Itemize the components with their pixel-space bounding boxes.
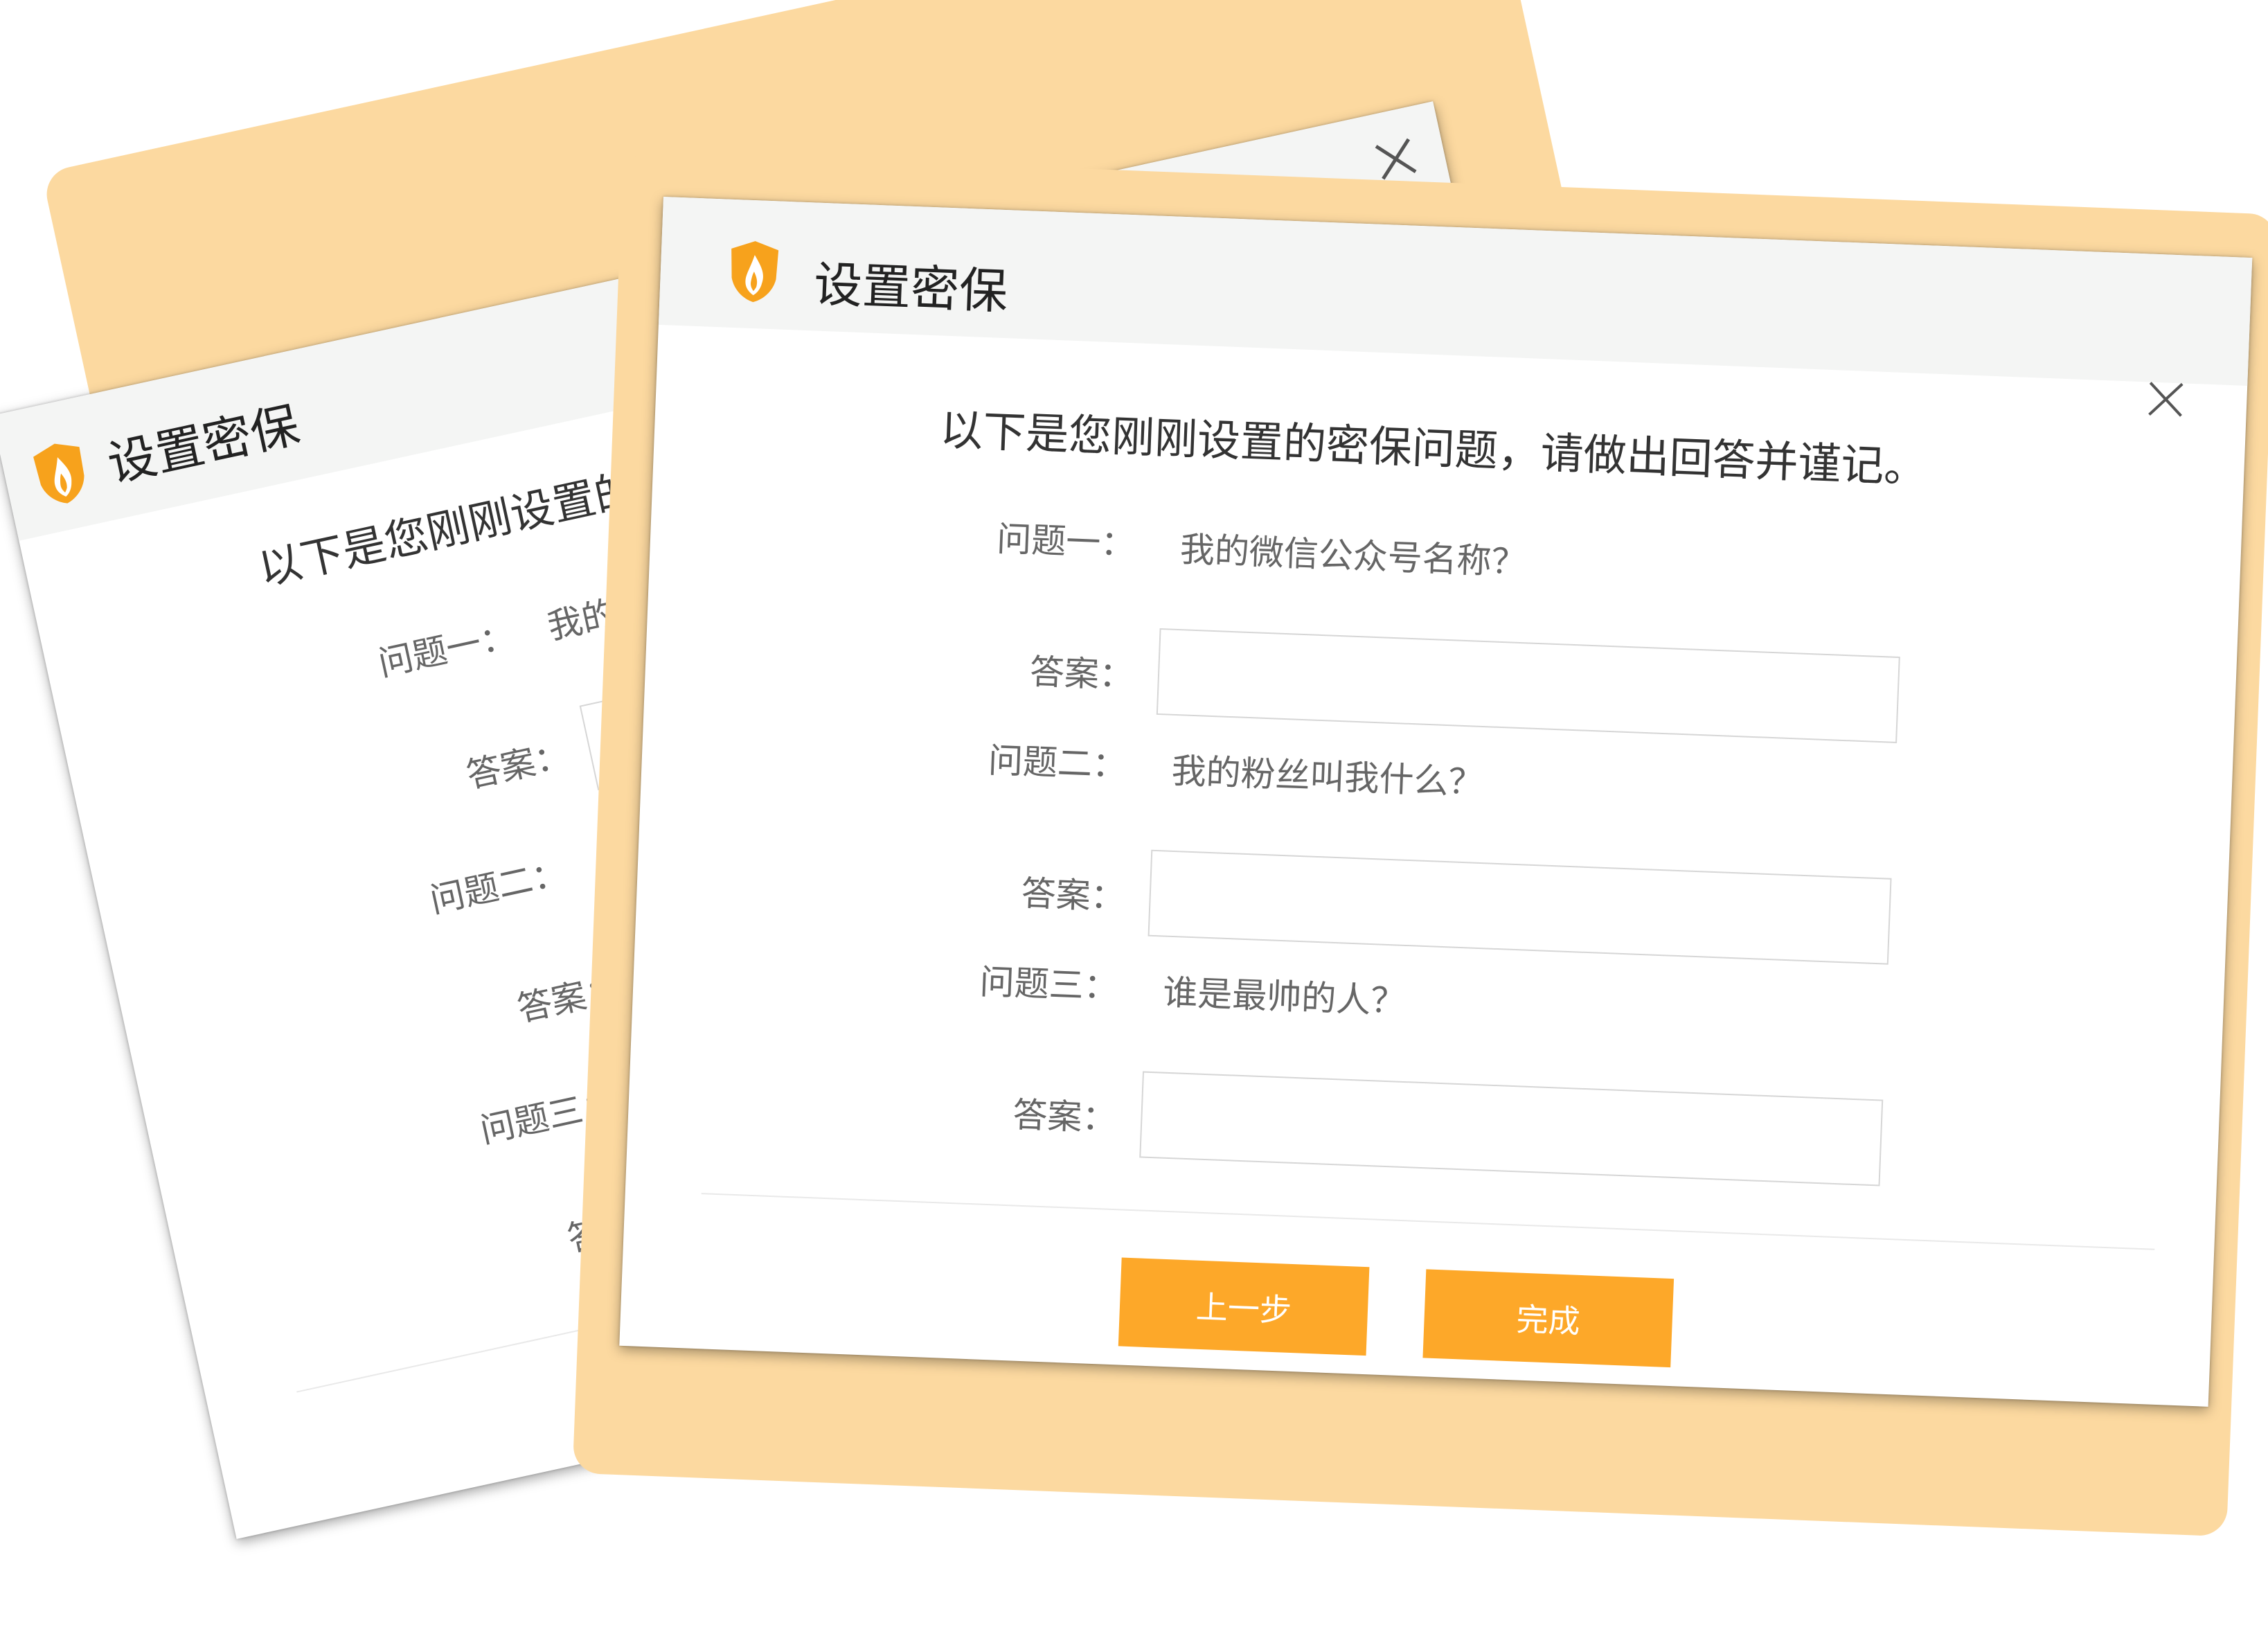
stage: 设置密保 以下是您刚刚设置的 问题一： 我的微 答案： 问题二： 我的 答案： … (0, 0, 2268, 1652)
answer-3-label: 答案： (1012, 1094, 1118, 1139)
finish-button[interactable]: 完成 (1422, 1269, 1675, 1368)
back-question-2-label: 问题二： (426, 852, 571, 921)
answer-2-label: 答案： (1020, 873, 1126, 918)
question-2-label: 问题二： (987, 740, 1128, 786)
close-icon[interactable] (1371, 134, 1420, 184)
prev-step-button[interactable]: 上一步 (1118, 1257, 1370, 1356)
close-icon[interactable] (2145, 378, 2186, 420)
answer-2-input[interactable] (1148, 849, 1892, 965)
answer-1-label: 答案： (1028, 651, 1135, 696)
question-1-text: 我的微信公众号名称？ (1179, 529, 1527, 583)
footer-divider (701, 1193, 2155, 1250)
dialog-intro: 以下是您刚刚设置的密保问题，请做出回答并谨记。 (938, 404, 1928, 493)
question-2-text: 我的粉丝叫我什么？ (1170, 750, 1484, 803)
dialog-title: 设置密保 (812, 256, 1009, 321)
question-3-label: 问题三： (979, 961, 1119, 1008)
main-dialog: 设置密保 以下是您刚刚设置的密保问题，请做出回答并谨记。 问题一： 我的微信公众… (619, 197, 2253, 1407)
question-3-text: 谁是最帅的人？ (1162, 972, 1407, 1022)
back-answer-1-label: 答案： (463, 734, 573, 797)
question-1-label: 问题一： (996, 518, 1136, 565)
shield-flame-icon (731, 241, 779, 303)
answer-3-input[interactable] (1139, 1071, 1884, 1187)
back-question-1-label: 问题一： (375, 615, 519, 684)
answer-1-input[interactable] (1156, 628, 1900, 743)
